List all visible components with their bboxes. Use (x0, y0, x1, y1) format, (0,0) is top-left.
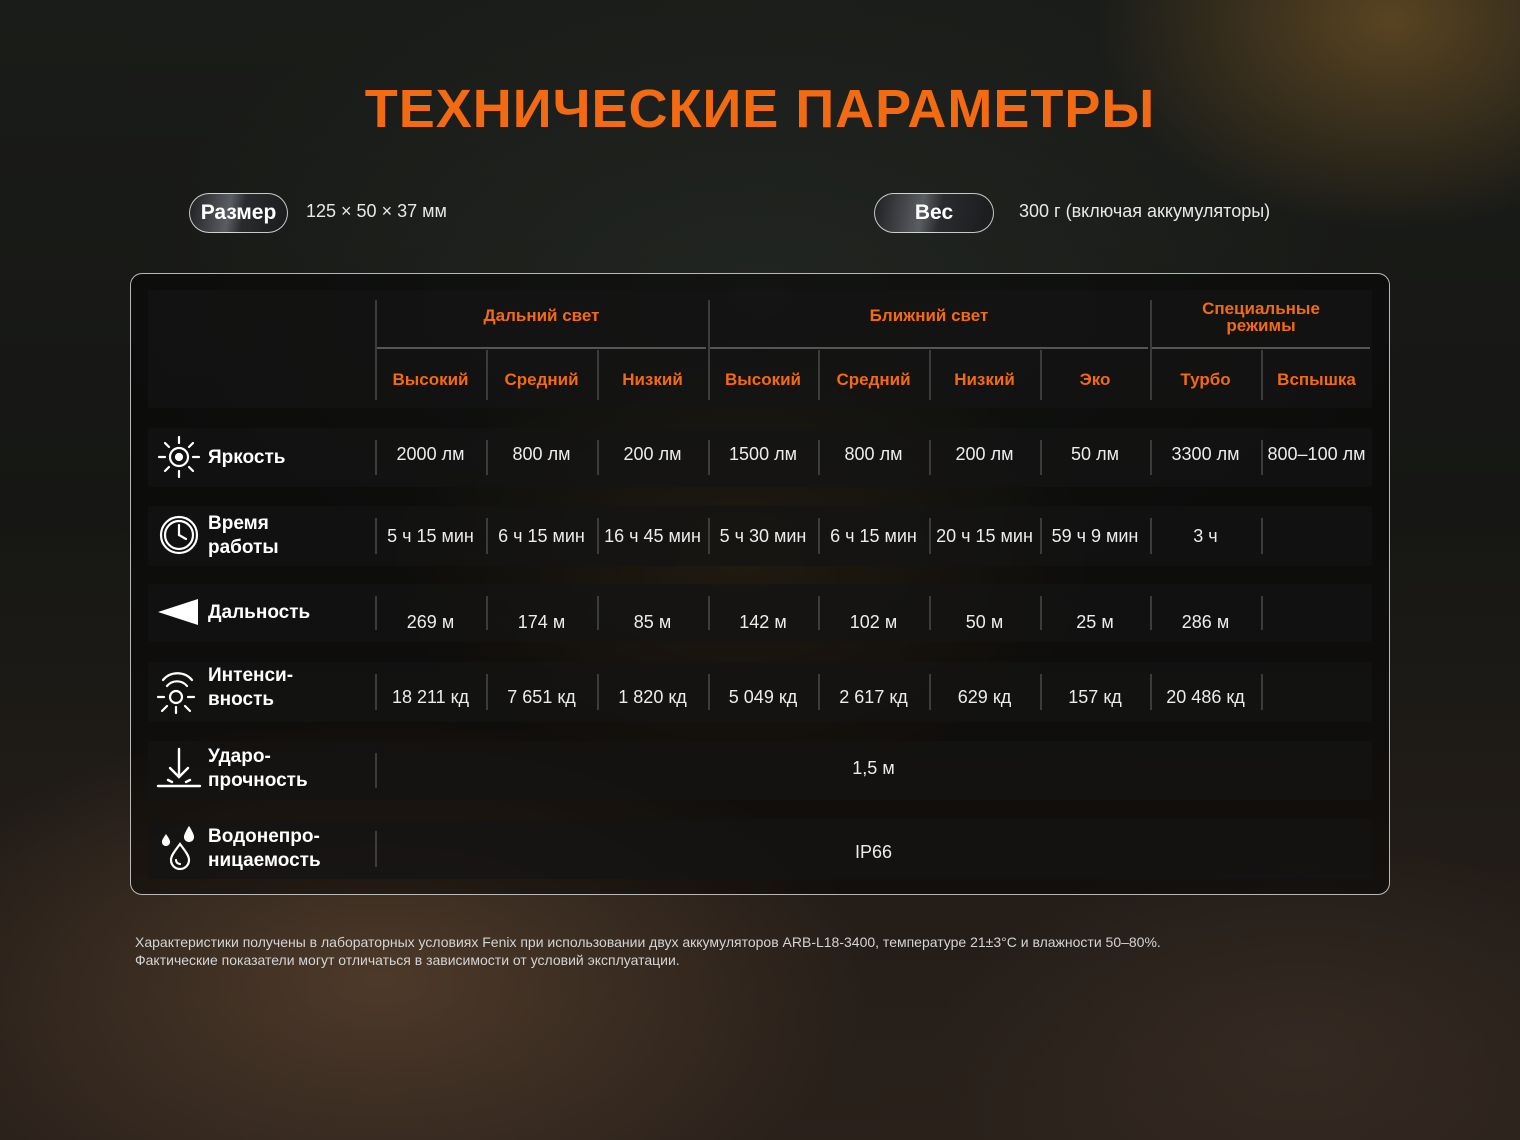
row-value: 102 м (849, 612, 898, 632)
row-value: 3 ч (1193, 526, 1218, 546)
brightness-sun-icon (156, 434, 202, 480)
row-value: 800 лм (512, 444, 571, 464)
row-value: 142 м (739, 612, 787, 632)
header-divider (1261, 350, 1263, 400)
row-value: 85 м (633, 612, 672, 632)
row-value: 200 лм (623, 444, 682, 464)
row-label: Водонепро- ницаемость (208, 826, 321, 871)
row-value: 800 лм (844, 444, 903, 464)
mode-header: Низкий (954, 370, 1015, 389)
row-divider (1261, 596, 1263, 630)
row-value: 20 ч 15 мин (936, 526, 1033, 546)
header-divider (1040, 350, 1042, 400)
clock-icon (156, 512, 202, 558)
row-value: 174 м (517, 612, 566, 632)
row-value: 200 лм (955, 444, 1014, 464)
mode-header: Средний (836, 370, 911, 389)
row-value: 6 ч 15 мин (830, 526, 917, 546)
mode-header: Низкий (622, 370, 683, 389)
header-divider (818, 350, 820, 400)
row-value: 50 м (965, 612, 1004, 632)
row-value: 2 617 кд (839, 687, 908, 707)
row-divider (1261, 518, 1263, 554)
row-label: Ударо- прочность (208, 746, 308, 791)
mode-header: Вспышка (1277, 370, 1356, 389)
header-divider (597, 350, 599, 400)
group-underline (710, 347, 1148, 349)
group-header: Дальний свет (483, 306, 600, 325)
row-value: 269 м (406, 612, 455, 632)
row-value: 629 кд (957, 687, 1012, 707)
mode-header: Эко (1079, 370, 1111, 389)
group-header: Ближний свет (869, 306, 989, 325)
row-value: 2000 лм (396, 444, 465, 464)
size-value: 125 × 50 × 37 мм (306, 201, 447, 221)
row-label: Дальность (208, 602, 311, 623)
row-label: Интенси- вность (208, 665, 294, 710)
impact-arrow-icon (156, 746, 202, 792)
row-value: 3300 лм (1171, 444, 1240, 464)
intensity-icon (156, 669, 202, 715)
group-underline (377, 347, 706, 349)
group-header: Специальные режимы (1202, 299, 1320, 335)
row-value: 25 м (1076, 612, 1114, 632)
footnote: Характеристики получены в лабораторных у… (135, 934, 1161, 968)
header-divider (486, 350, 488, 400)
row-value: 59 ч 9 мин (1051, 526, 1139, 546)
row-label: Время работы (208, 513, 279, 558)
row-value: 1500 лм (729, 444, 797, 464)
row-divider (1261, 674, 1263, 710)
header-divider (929, 350, 931, 400)
row-value: 5 049 кд (728, 687, 798, 707)
row-value: 7 651 кд (507, 687, 576, 707)
row-value: 157 кд (1068, 687, 1122, 707)
row-value: 5 ч 15 мин (387, 526, 474, 546)
size-badge: Размер (189, 193, 288, 233)
row-value: IP66 (854, 842, 893, 862)
row-value: 16 ч 45 мин (604, 526, 701, 546)
row-value: 18 211 кд (391, 687, 470, 707)
water-drops-icon (156, 825, 202, 872)
row-value: 6 ч 15 мин (498, 526, 585, 546)
mode-header: Высокий (392, 370, 469, 389)
row-value: 286 м (1181, 612, 1230, 632)
row-value: 5 ч 30 мин (719, 526, 807, 546)
group-underline (1152, 347, 1370, 349)
mode-header: Высокий (724, 370, 802, 389)
weight-value: 300 г (включая аккумуляторы) (1019, 201, 1271, 221)
mode-header: Турбо (1180, 370, 1231, 389)
row-value: 50 лм (1071, 444, 1119, 464)
mode-header: Средний (504, 370, 579, 389)
row-value: 20 486 кд (1166, 687, 1245, 707)
page-title: ТЕХНИЧЕСКИЕ ПАРАМЕТРЫ (364, 79, 1156, 139)
weight-badge: Вес (874, 193, 994, 233)
beam-distance-icon (156, 589, 202, 635)
row-label: Яркость (208, 447, 286, 468)
row-value: 1 820 кд (618, 687, 687, 707)
row-value: 1,5 м (852, 758, 895, 778)
row-value: 800–100 лм (1267, 444, 1366, 464)
